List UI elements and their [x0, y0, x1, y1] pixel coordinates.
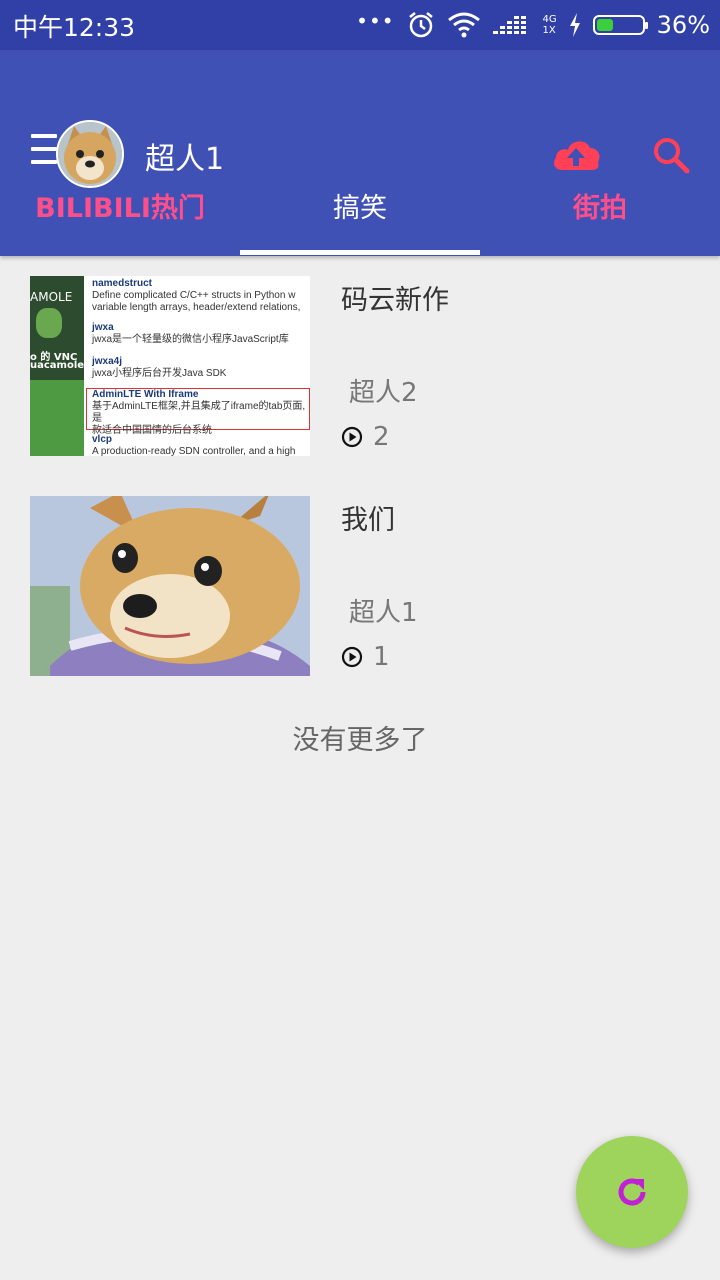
battery-percent: 36%	[656, 11, 710, 39]
tab-funny[interactable]: 搞笑	[240, 160, 480, 256]
status-time: 中午12:33	[13, 13, 136, 42]
charging-icon	[569, 13, 580, 37]
video-author: 超人1	[349, 598, 418, 628]
alarm-icon	[408, 12, 433, 38]
battery-level	[596, 19, 613, 31]
network-type: 4G 1X	[543, 14, 557, 36]
tab-indicator	[240, 250, 480, 255]
thumbnail-row-desc: variable length arrays, header/extend re…	[92, 302, 301, 313]
signal-icon	[492, 16, 526, 34]
video-thumbnail[interactable]: AMOLE o 的 VNC uacamole namedstruct Define…	[30, 276, 310, 456]
video-author: 超人2	[349, 378, 418, 408]
refresh-button[interactable]	[576, 1136, 688, 1248]
doge-thumbnail-image	[30, 496, 310, 676]
thumbnail-row-desc: jwxa是一个轻量级的微信小程序JavaScript库	[92, 334, 289, 345]
tab-bar: BILIBILI热门 搞笑 街拍	[0, 160, 720, 256]
thumbnail-row-desc: jwxa小程序后台开发Java SDK	[92, 368, 227, 379]
thumbnail-row-desc: Define complicated C/C++ structs in Pyth…	[92, 290, 296, 301]
network-bottom-label: 1X	[542, 25, 556, 36]
thumbnail-row-name: namedstruct	[92, 278, 153, 289]
view-count-value: 2	[373, 422, 390, 452]
wifi-icon	[447, 12, 480, 38]
status-icons: ••• 4G 1X 36%	[356, 8, 710, 42]
video-title[interactable]: 我们	[341, 498, 395, 537]
list-item[interactable]: 我们 超人1 1	[0, 476, 720, 676]
thumbnail-row-desc: 基于AdminLTE框架,并且集成了iframe的tab页面,是	[92, 401, 306, 424]
view-count: 1	[341, 642, 390, 672]
video-title[interactable]: 码云新作	[341, 278, 449, 317]
tab-bilibili-hot[interactable]: BILIBILI热门	[0, 160, 240, 256]
video-thumbnail[interactable]	[30, 496, 310, 676]
thumbnail-label: AMOLE	[30, 290, 73, 304]
view-count-value: 1	[373, 642, 390, 672]
thumbnail-row-name: jwxa	[92, 322, 114, 333]
thumbnail-row-name: jwxa4j	[92, 356, 123, 367]
thumbnail-content: namedstruct Define complicated C/C++ stru…	[84, 276, 310, 456]
view-count: 2	[341, 422, 390, 452]
thumbnail-row-desc: A production-ready SDN controller, and a…	[92, 446, 296, 456]
thumbnail-row-name: vlcp	[92, 434, 113, 445]
status-bar: 中午12:33 ••• 4G 1X 36%	[0, 0, 720, 50]
refresh-icon	[618, 1178, 646, 1206]
tab-street-photo[interactable]: 街拍	[480, 160, 720, 256]
thumbnail-row-name: AdminLTE With Iframe	[92, 389, 199, 400]
play-circle-icon	[341, 646, 363, 668]
list-item[interactable]: AMOLE o 的 VNC uacamole namedstruct Define…	[0, 256, 720, 456]
network-top-label: 4G	[542, 14, 557, 25]
play-circle-icon	[341, 426, 363, 448]
more-notifications-icon: •••	[356, 9, 395, 33]
battery-icon	[592, 15, 648, 35]
thumbnail-label: uacamole	[30, 360, 85, 371]
thumbnail-side-panel: AMOLE o 的 VNC uacamole	[30, 276, 84, 456]
list-end-message: 没有更多了	[292, 725, 428, 756]
